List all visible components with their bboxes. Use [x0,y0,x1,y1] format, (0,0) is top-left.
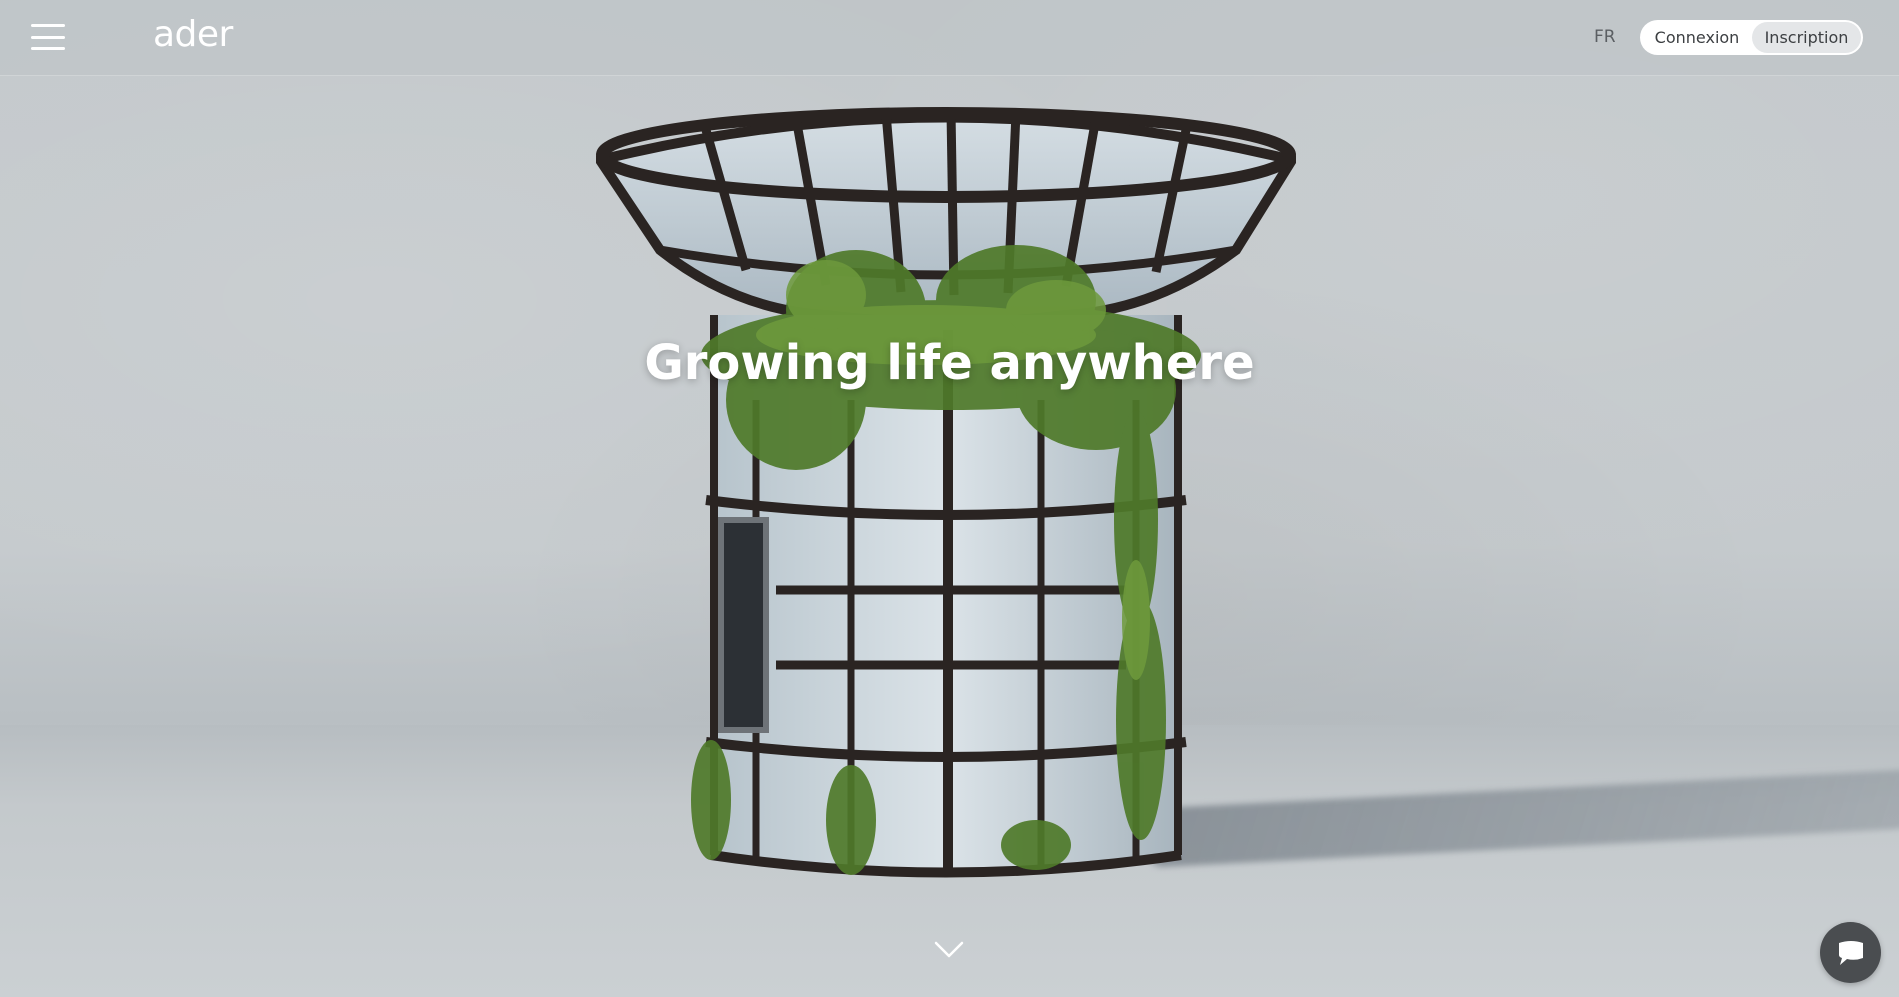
chat-button[interactable] [1820,922,1881,983]
auth-buttons: Connexion Inscription [1640,20,1863,55]
menu-line [31,24,65,27]
login-button[interactable]: Connexion [1642,28,1752,47]
signup-button[interactable]: Inscription [1752,22,1861,53]
language-switcher[interactable]: FR [1594,27,1616,47]
hero-headline: Growing life anywhere [644,335,1255,391]
chat-bubble-icon [1838,940,1863,965]
chevron-down-icon[interactable] [934,940,964,960]
logo[interactable]: ader [153,14,233,55]
menu-line [31,35,65,39]
kiosk-illustration [596,107,1296,878]
page: ader FR Connexion Inscription Growing li… [0,0,1899,997]
site-header: ader FR Connexion Inscription [0,0,1899,76]
hamburger-menu-icon[interactable] [31,24,65,50]
menu-line [31,47,65,50]
